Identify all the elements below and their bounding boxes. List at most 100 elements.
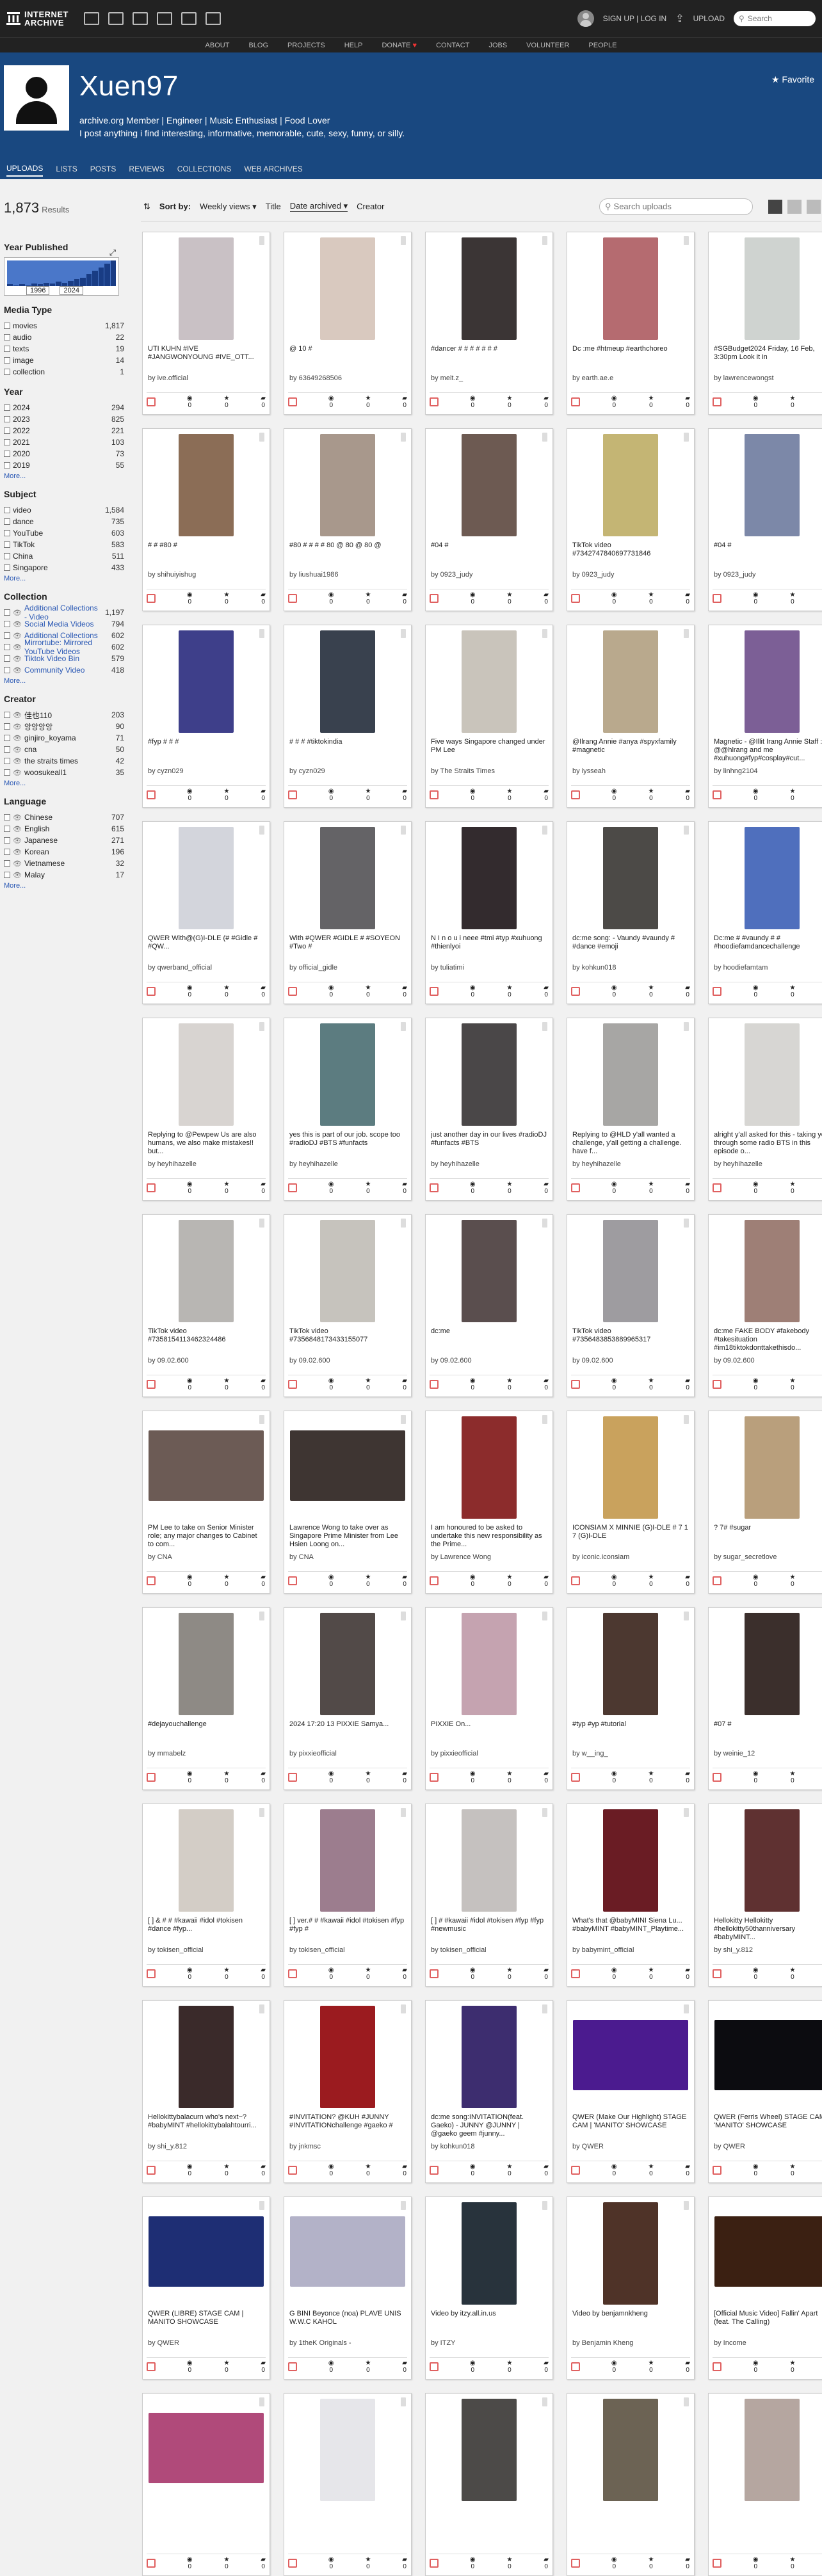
bookmark-icon[interactable] — [401, 2201, 406, 2210]
item-thumbnail[interactable] — [603, 2202, 658, 2305]
upload-tile[interactable]: ◉0★0▰0 — [567, 2393, 695, 2576]
eye-icon[interactable]: 👁 — [13, 836, 22, 845]
item-creator[interactable]: by Lawrence Wong — [431, 1553, 547, 1561]
upload-link[interactable]: UPLOAD — [693, 14, 725, 23]
facet-option[interactable]: dance 735 — [4, 516, 124, 527]
item-creator[interactable]: by QWER — [714, 2143, 822, 2150]
item-title[interactable]: [ ] & # # #kawaii #idol #tokisen #dance … — [148, 1917, 264, 1942]
item-title[interactable]: Replying to @Pewpew Us are also humans, … — [148, 1131, 264, 1156]
item-thumbnail[interactable] — [745, 1220, 800, 1322]
bookmark-icon[interactable] — [542, 629, 547, 638]
upload-tile[interactable]: dc:me song: - Vaundy #vaundy # #dance #e… — [567, 821, 695, 1004]
item-creator[interactable]: by heyhihazelle — [714, 1160, 822, 1168]
facet-option[interactable]: collection 1 — [4, 366, 124, 378]
item-thumbnail[interactable] — [462, 2006, 517, 2108]
item-thumbnail[interactable] — [745, 2399, 800, 2501]
item-title[interactable] — [572, 2506, 689, 2532]
tab-posts[interactable]: POSTS — [90, 164, 117, 176]
item-title[interactable]: #INVITATION? @KUH #JUNNY #INVITATIONchal… — [289, 2113, 406, 2139]
item-title[interactable]: TikTok video #7342747840697731846 — [572, 541, 689, 567]
upload-icon[interactable]: ⇪ — [675, 12, 684, 25]
upload-tile[interactable]: Hellokittybalacurn who's next~? #babyMIN… — [142, 2000, 270, 2183]
bookmark-icon[interactable] — [401, 1612, 406, 1620]
facet-checkbox[interactable] — [4, 746, 10, 753]
item-thumbnail[interactable] — [179, 630, 234, 733]
item-thumbnail[interactable] — [603, 1809, 658, 1912]
item-creator[interactable]: by 09.02.600 — [148, 1357, 264, 1364]
tab-lists[interactable]: LISTS — [56, 164, 77, 176]
item-creator[interactable]: by babymint_official — [572, 1946, 689, 1954]
item-thumbnail[interactable] — [603, 237, 658, 340]
item-thumbnail[interactable] — [179, 434, 234, 536]
nav-people[interactable]: PEOPLE — [588, 42, 616, 49]
item-creator[interactable]: by iysseah — [572, 767, 689, 775]
item-thumbnail[interactable] — [603, 630, 658, 733]
bookmark-icon[interactable] — [401, 1808, 406, 1817]
item-title[interactable]: With #QWER #GIDLE # #SOYEON #Two # — [289, 934, 406, 960]
facet-option[interactable]: Singapore 433 — [4, 562, 124, 573]
item-thumbnail[interactable] — [745, 1023, 800, 1126]
facet-checkbox[interactable] — [4, 462, 10, 468]
upload-tile[interactable]: UTI KUHN #IVE #JANGWONYOUNG #IVE_OTT... b… — [142, 232, 270, 415]
facet-option[interactable]: 👁 the straits times 42 — [4, 755, 124, 767]
item-title[interactable]: TikTok video #7358154113462324486 — [148, 1327, 264, 1353]
upload-tile[interactable]: #INVITATION? @KUH #JUNNY #INVITATIONchal… — [284, 2000, 412, 2183]
item-thumbnail[interactable] — [320, 434, 375, 536]
item-title[interactable]: PIXXIE On... — [431, 1720, 547, 1746]
bookmark-icon[interactable] — [259, 1022, 264, 1031]
tab-web-archives[interactable]: WEB ARCHIVES — [244, 164, 302, 176]
upload-tile[interactable]: PIXXIE On... by pixxieofficial ◉ 0 ★ 0 ▰ 0 — [425, 1607, 553, 1790]
item-thumbnail[interactable] — [603, 827, 658, 929]
item-title[interactable]: [ ] ver.# # #kawaii #idol #tokisen #fyp … — [289, 1917, 406, 1942]
sort-creator[interactable]: Creator — [357, 202, 384, 211]
item-creator[interactable]: by 1theK Originals - — [289, 2339, 406, 2347]
item-creator[interactable]: by shi_y.812 — [714, 1946, 822, 1954]
bookmark-icon[interactable] — [542, 1808, 547, 1817]
bookmark-icon[interactable] — [542, 1022, 547, 1031]
upload-tile[interactable]: yes this is part of our job. scope too #… — [284, 1018, 412, 1201]
eye-icon[interactable]: 👁 — [13, 632, 22, 640]
item-title[interactable]: #SGBudget2024 Friday, 16 Feb, 3:30pm Loo… — [714, 345, 822, 371]
facet-option[interactable]: movies 1,817 — [4, 320, 124, 332]
item-creator[interactable]: by earth.ae.e — [572, 374, 689, 382]
bookmark-icon[interactable] — [542, 826, 547, 835]
item-title[interactable]: #07 # — [714, 1720, 822, 1746]
upload-tile[interactable]: N I n o u i neee #tmi #typ #xuhuong #thi… — [425, 821, 553, 1004]
item-creator[interactable]: by official_gidle — [289, 964, 406, 972]
item-creator[interactable]: by 09.02.600 — [289, 1357, 406, 1364]
tile-view-icon[interactable] — [768, 199, 782, 214]
bookmark-icon[interactable] — [542, 1415, 547, 1424]
bookmark-icon[interactable] — [542, 2201, 547, 2210]
item-creator[interactable]: by kohkun018 — [572, 964, 689, 972]
facet-option[interactable]: 👁 woosukeall1 35 — [4, 767, 124, 778]
facet-checkbox[interactable] — [4, 553, 10, 559]
eye-icon[interactable]: 👁 — [13, 769, 22, 777]
eye-icon[interactable]: 👁 — [13, 860, 22, 868]
item-thumbnail[interactable] — [462, 434, 517, 536]
bookmark-icon[interactable] — [401, 629, 406, 638]
bookmark-icon[interactable] — [542, 2004, 547, 2013]
facet-option[interactable]: video 1,584 — [4, 504, 124, 516]
facet-option[interactable]: 👁 English 615 — [4, 823, 124, 835]
bookmark-icon[interactable] — [259, 236, 264, 245]
item-thumbnail[interactable] — [745, 630, 800, 733]
item-title[interactable]: #04 # — [431, 541, 547, 567]
item-thumbnail[interactable] — [149, 1430, 264, 1501]
item-title[interactable]: alright y'all asked for this - taking yo… — [714, 1131, 822, 1156]
nav-volunteer[interactable]: VOLUNTEER — [526, 42, 569, 49]
item-title[interactable]: TikTok video #7356483853889965317 — [572, 1327, 689, 1353]
upload-tile[interactable]: @ 10 # by 63649268506 ◉ 0 ★ 0 ▰ 0 — [284, 232, 412, 415]
upload-tile[interactable]: #80 # # # # 80 @ 80 @ 80 @ by liushuai198… — [284, 428, 412, 611]
bookmark-icon[interactable] — [684, 629, 689, 638]
item-title[interactable]: QWER (Make Our Highlight) STAGE CAM | 'M… — [572, 2113, 689, 2139]
item-thumbnail[interactable] — [745, 1613, 800, 1715]
facet-checkbox[interactable] — [4, 655, 10, 662]
upload-tile[interactable]: ◉0★0▰0 — [284, 2393, 412, 2576]
facet-checkbox[interactable] — [4, 346, 10, 352]
facet-option[interactable]: texts 19 — [4, 343, 124, 355]
item-creator[interactable]: by cyzn029 — [148, 767, 264, 775]
upload-tile[interactable]: ◉0★0▰0 — [425, 2393, 553, 2576]
bookmark-icon[interactable] — [259, 1612, 264, 1620]
favorite-button[interactable]: ★ Favorite — [771, 74, 814, 85]
bookmark-icon[interactable] — [684, 1808, 689, 1817]
